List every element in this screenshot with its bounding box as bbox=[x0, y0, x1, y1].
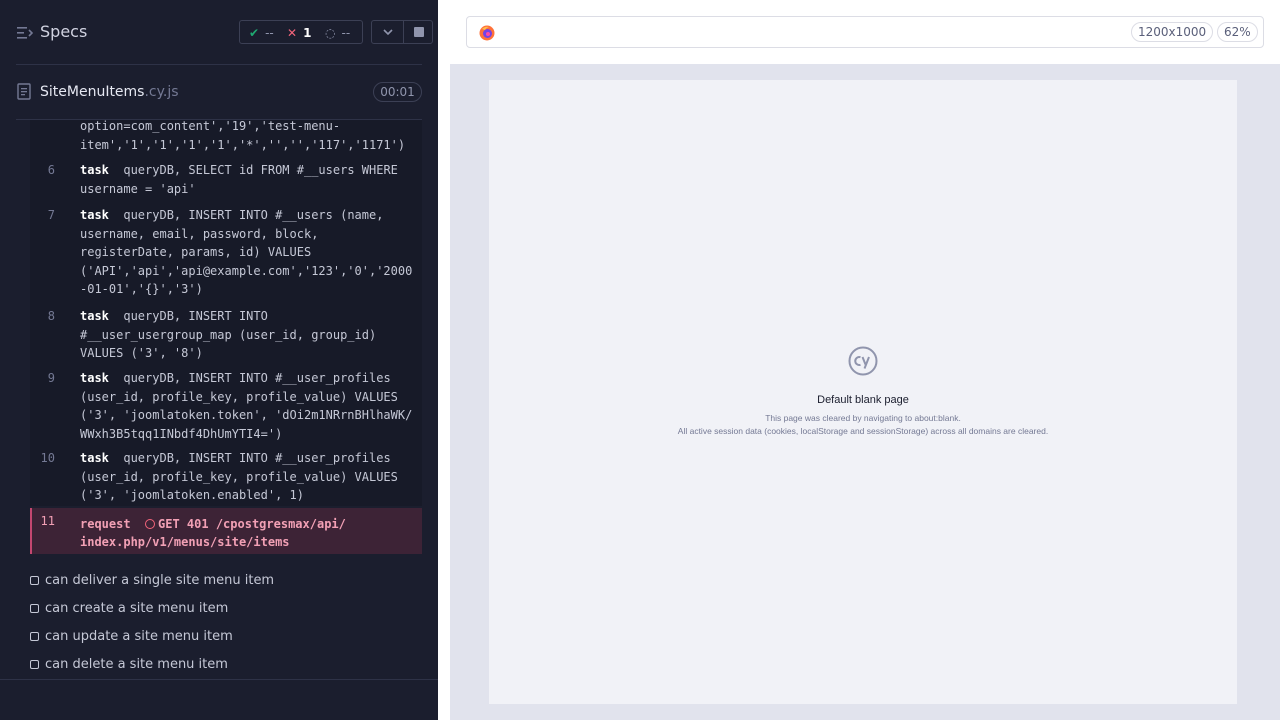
x-icon: ✕ bbox=[287, 26, 298, 40]
test-status-icon bbox=[30, 660, 39, 669]
passed-count: -- bbox=[265, 26, 274, 40]
spec-file-name[interactable]: SiteMenuItems.cy.js bbox=[40, 84, 179, 100]
spec-file-icon bbox=[17, 83, 31, 100]
command-number: 7 bbox=[47, 208, 55, 222]
command-number: 11 bbox=[40, 514, 55, 528]
command-number: 10 bbox=[40, 451, 55, 465]
header-divider bbox=[16, 64, 422, 65]
request-line-2: index.php/v1/menus/site/items bbox=[80, 535, 290, 549]
test-item[interactable]: can delete a site menu item bbox=[30, 655, 430, 675]
command-text: queryDB, INSERT INTO #__user_profiles (u… bbox=[80, 371, 413, 441]
test-status-icon bbox=[30, 632, 39, 641]
specs-list-icon[interactable] bbox=[17, 26, 33, 40]
app-under-test-panel: 1200x1000 62% Default blank page This pa… bbox=[450, 0, 1280, 720]
command-body: task queryDB, INSERT INTO #__user_usergr… bbox=[80, 307, 416, 363]
reporter-header: Specs ✔ -- ✕ 1 ◌ -- bbox=[0, 0, 438, 64]
command-log: option=com_content','19','test-menu- ite… bbox=[30, 120, 422, 506]
footer-divider bbox=[0, 679, 438, 680]
chevron-down-icon[interactable] bbox=[381, 25, 395, 39]
test-title: can deliver a single site menu item bbox=[45, 573, 275, 588]
run-controls bbox=[371, 20, 433, 44]
pending-count: -- bbox=[341, 26, 351, 40]
spec-name-base: SiteMenuItems bbox=[40, 84, 145, 100]
command-body: task queryDB, INSERT INTO #__users (name… bbox=[80, 206, 416, 299]
controls-divider bbox=[403, 21, 404, 43]
command-text: queryDB, INSERT INTO #__user_usergroup_m… bbox=[80, 309, 377, 360]
aut-url-bar: 1200x1000 62% bbox=[466, 16, 1264, 48]
cypress-logo bbox=[848, 346, 878, 376]
blank-page-message: This page was cleared by navigating to a… bbox=[765, 413, 961, 423]
command-body: task queryDB, INSERT INTO #__user_profil… bbox=[80, 369, 416, 443]
test-title: can update a site menu item bbox=[45, 629, 233, 644]
request-line-1: GET 401 /cpostgresmax/api/ bbox=[158, 517, 346, 531]
command-text: queryDB, INSERT INTO #__user_profiles (u… bbox=[80, 451, 398, 502]
command-keyword: task bbox=[80, 371, 109, 385]
command-number: 6 bbox=[47, 163, 55, 177]
test-item[interactable]: can update a site menu item bbox=[30, 627, 430, 647]
spinner-icon: ◌ bbox=[325, 26, 336, 40]
checkmark-icon: ✔ bbox=[249, 26, 260, 40]
test-stats: ✔ -- ✕ 1 ◌ -- bbox=[239, 20, 363, 44]
spec-file-row: SiteMenuItems.cy.js 00:01 bbox=[0, 66, 438, 120]
test-title: can delete a site menu item bbox=[45, 657, 228, 672]
test-status-icon bbox=[30, 576, 39, 585]
command-number: 9 bbox=[47, 371, 55, 385]
panel-resize-handle[interactable] bbox=[438, 0, 450, 720]
command-body: task queryDB, SELECT id FROM #__users WH… bbox=[80, 161, 416, 198]
blank-page-title: Default blank page bbox=[817, 394, 909, 406]
command-keyword: task bbox=[80, 451, 109, 465]
command-keyword: task bbox=[80, 309, 109, 323]
test-item[interactable]: can create a site menu item bbox=[30, 599, 430, 619]
pending-stat: ◌ -- bbox=[325, 25, 350, 41]
specs-title[interactable]: Specs bbox=[40, 22, 87, 41]
viewport-zoom: 62% bbox=[1217, 22, 1258, 42]
blank-page-frame: Default blank page This page was cleared… bbox=[489, 80, 1237, 704]
command-body: request GET 401 /cpostgresmax/api/ index… bbox=[80, 515, 346, 551]
test-status-icon bbox=[30, 604, 39, 613]
command-body: task queryDB, INSERT INTO #__user_profil… bbox=[80, 449, 416, 505]
test-title: can create a site menu item bbox=[45, 601, 229, 616]
error-circle-icon bbox=[145, 519, 156, 529]
failed-stat: ✕ 1 bbox=[287, 25, 311, 41]
blank-page-message: All active session data (cookies, localS… bbox=[677, 426, 1049, 436]
command-number: 8 bbox=[47, 309, 55, 323]
command-text: queryDB, SELECT id FROM #__users WHERE u… bbox=[80, 163, 398, 196]
command-text: queryDB, INSERT INTO #__users (name, use… bbox=[80, 208, 413, 296]
stop-icon[interactable] bbox=[414, 27, 424, 37]
test-item[interactable]: can deliver a single site menu item bbox=[30, 571, 430, 591]
passed-stat: ✔ -- bbox=[249, 25, 274, 41]
failed-request-command[interactable]: 11 request GET 401 /cpostgresmax/api/ in… bbox=[30, 508, 422, 554]
command-keyword: task bbox=[80, 208, 109, 222]
spec-name-ext: .cy.js bbox=[144, 84, 179, 100]
command-text: option=com_content','19','test-menu- ite… bbox=[80, 120, 406, 152]
command-keyword: request bbox=[80, 517, 131, 531]
firefox-icon bbox=[479, 25, 495, 41]
reporter-panel: Specs ✔ -- ✕ 1 ◌ -- SiteMenuItems.cy.js … bbox=[0, 0, 438, 720]
spec-duration: 00:01 bbox=[373, 82, 422, 102]
failed-count: 1 bbox=[303, 26, 312, 40]
command-keyword: task bbox=[80, 163, 109, 177]
viewport-size[interactable]: 1200x1000 bbox=[1131, 22, 1214, 42]
